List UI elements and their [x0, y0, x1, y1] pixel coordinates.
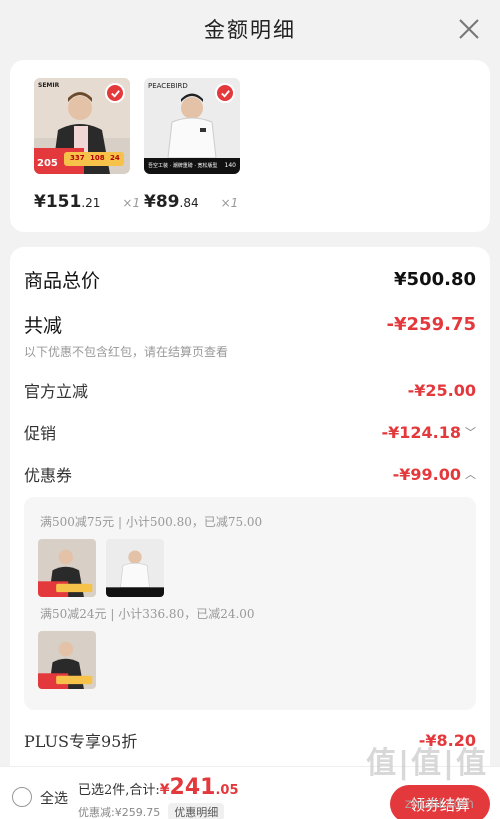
- plus-discount-label: PLUS专享95折: [24, 732, 138, 751]
- discount-note: 以下优惠不包含红包，请在结算页查看: [24, 345, 229, 359]
- product-image-caption: 吾空工装 · 潮牌重磅 · 宽松版型: [148, 163, 218, 169]
- goods-total-value: ¥500.80: [394, 268, 476, 290]
- plus-discount-row: PLUS专享95折 -¥8.20: [24, 725, 476, 755]
- promo-row[interactable]: 促销 -¥124.18 ﹀: [24, 417, 476, 447]
- coupon-label: 优惠券: [24, 466, 73, 485]
- checkout-bar: 全选 已选2件,合计: ¥ 241 .05 优惠减:¥259.75 优惠明细 领…: [0, 766, 500, 819]
- saved-amount: 优惠减:¥259.75: [78, 806, 161, 819]
- product-item[interactable]: PEACEBIRD 吾空工装 · 潮牌重磅 · 宽松版型 140 ¥89 .84…: [144, 78, 240, 212]
- product-item[interactable]: SEMIR 205 337 108 24 ¥151 .21 ×1: [34, 78, 140, 212]
- discount-detail-button[interactable]: 优惠明细: [168, 803, 225, 819]
- checkout-button[interactable]: 领券结算: [390, 785, 490, 819]
- total-amount: 241: [169, 775, 216, 800]
- products-card: SEMIR 205 337 108 24 ¥151 .21 ×1 PEACEBI…: [10, 60, 490, 232]
- official-discount-value: -¥25.00: [407, 380, 476, 400]
- promo-label: 促销: [24, 424, 57, 443]
- coupon-product-thumb: [106, 539, 164, 597]
- product-image: PEACEBIRD 吾空工装 · 潮牌重磅 · 宽松版型 140: [144, 78, 240, 174]
- coupon-rule: 满500减75元 | 小计500.80，已减75.00: [40, 515, 263, 529]
- goods-total-row: 商品总价 ¥500.80: [24, 264, 476, 294]
- brand-label: SEMIR: [38, 82, 60, 89]
- discount-total-value: -¥259.75: [386, 313, 476, 335]
- image-corner-number: 140: [224, 162, 236, 169]
- selected-count-text: 已选2件,合计:: [78, 783, 160, 798]
- goods-total-label: 商品总价: [24, 269, 101, 292]
- price-details-card: 商品总价 ¥500.80 共减 -¥259.75 以下优惠不包含红包，请在结算页…: [10, 247, 490, 819]
- discount-total-row: 共减 -¥259.75: [24, 309, 476, 339]
- chevron-up-icon[interactable]: ︿: [465, 466, 476, 482]
- official-discount-label: 官方立减: [24, 382, 89, 401]
- coupon-product-thumb: [38, 631, 96, 689]
- plus-discount-value: -¥8.20: [418, 730, 476, 750]
- coupon-product-thumb: [38, 539, 96, 597]
- coupon-row[interactable]: 优惠券 -¥99.00 ︿: [24, 459, 476, 489]
- official-discount-row: 官方立减 -¥25.00: [24, 375, 476, 405]
- product-qty: ×1: [122, 196, 141, 210]
- promo-tag: 24: [110, 154, 120, 162]
- coupon-value: -¥99.00: [392, 464, 461, 484]
- select-all-label[interactable]: 全选: [40, 788, 68, 808]
- sheet-title: 金额明细: [204, 18, 296, 42]
- selected-check-icon[interactable]: [215, 83, 235, 103]
- discount-total-label: 共减: [24, 314, 63, 337]
- product-image: SEMIR 205 337 108 24: [34, 78, 130, 174]
- chevron-down-icon[interactable]: ﹀: [465, 424, 476, 440]
- promo-tag: 108: [90, 154, 105, 162]
- badge-price: 205: [37, 158, 58, 169]
- promo-tag: 337: [70, 154, 85, 162]
- close-icon[interactable]: [458, 18, 480, 40]
- product-qty: ×1: [220, 196, 239, 210]
- coupon-rule: 满50减24元 | 小计336.80，已减24.00: [40, 607, 255, 621]
- selected-check-icon[interactable]: [105, 83, 125, 103]
- total-summary: 已选2件,合计: ¥ 241 .05: [78, 775, 239, 800]
- brand-label: PEACEBIRD: [148, 82, 188, 90]
- coupon-detail-box: 满500减75元 | 小计500.80，已减75.00 满50减24元 | 小计…: [24, 497, 476, 710]
- select-all-radio[interactable]: [12, 787, 32, 807]
- product-price: ¥89 .84 ×1: [144, 192, 239, 212]
- promo-value: -¥124.18: [381, 422, 461, 442]
- sheet-header: 金额明细: [0, 0, 500, 60]
